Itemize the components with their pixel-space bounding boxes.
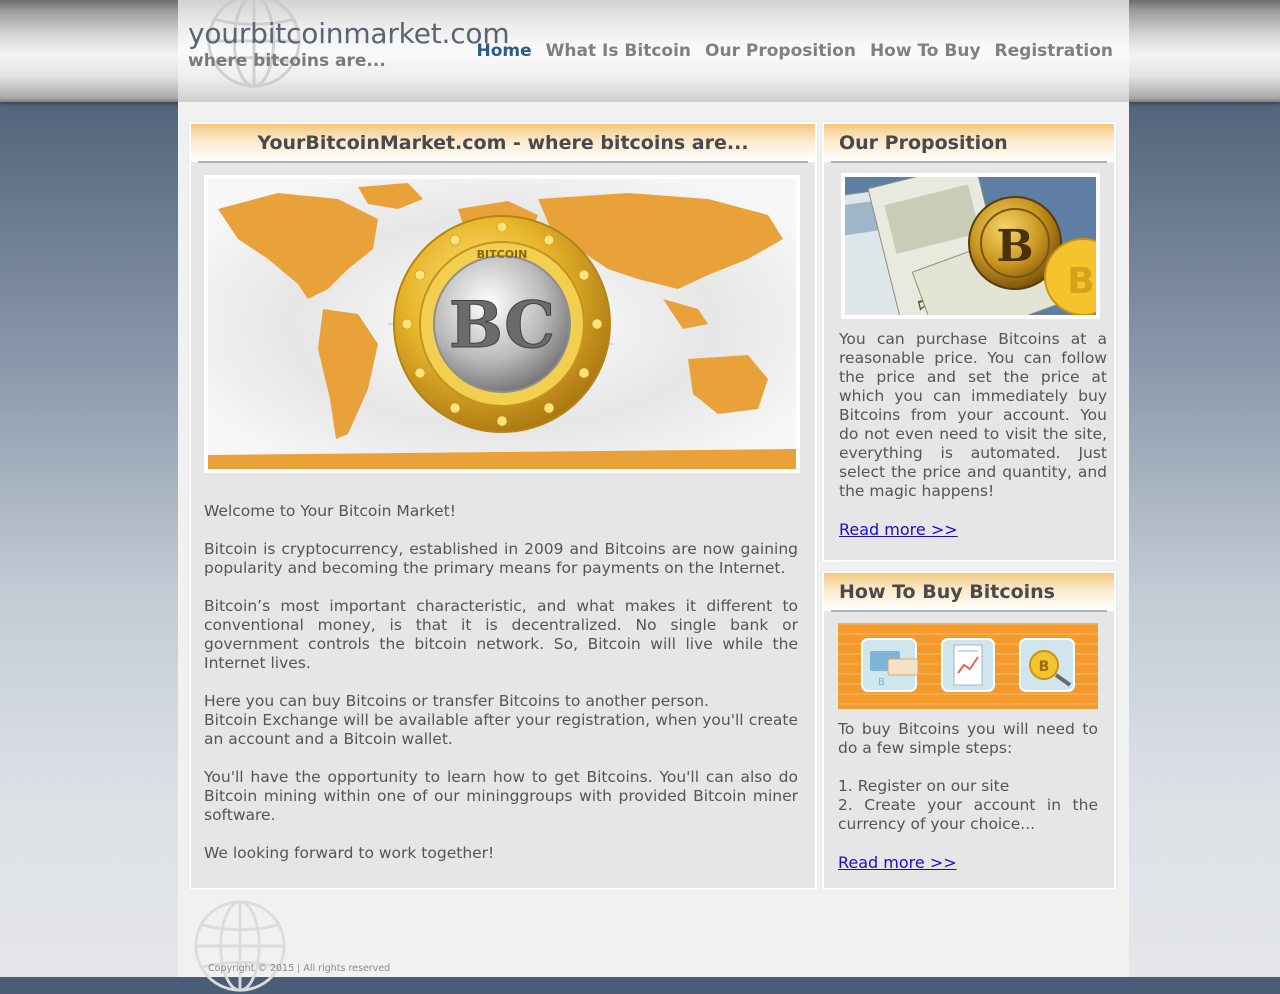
welcome-panel: YourBitcoinMarket.com - where bitcoins a… [189, 122, 817, 890]
panel-header: YourBitcoinMarket.com - where bitcoins a… [191, 124, 815, 163]
coin-magnifier-icon: B [1019, 638, 1075, 692]
site-header: yourbitcoinmarket.com where bitcoins are… [178, 0, 1129, 102]
how-to-buy-panel: How To Buy Bitcoins B B To buy Bitcoins … [822, 571, 1116, 890]
footer-globe-icon [194, 900, 286, 992]
nav-how-to-buy[interactable]: How To Buy [870, 41, 981, 61]
buy-steps-illustration: B B [838, 623, 1098, 709]
nav-home[interactable]: Home [477, 41, 532, 61]
svg-text:B: B [878, 677, 885, 688]
proposition-panel: Our Proposition 5 [822, 122, 1122, 562]
panel-title: Our Proposition [839, 132, 1008, 154]
coin-bc-text: BC [449, 288, 555, 363]
welcome-paragraph: Here you can buy Bitcoins or transfer Bi… [204, 692, 709, 710]
welcome-paragraph: We looking forward to work together! [204, 844, 495, 862]
welcome-paragraph: You'll have the opportunity to learn how… [204, 768, 798, 824]
welcome-paragraph: Welcome to Your Bitcoin Market! [204, 502, 456, 520]
svg-text:B: B [996, 221, 1033, 272]
how-to-buy-read-more-link[interactable]: Read more >> [838, 853, 957, 872]
svg-text:B: B [1067, 261, 1094, 302]
how-to-buy-text: To buy Bitcoins you will need to do a fe… [838, 720, 1098, 834]
site-tagline: where bitcoins are... [188, 51, 386, 71]
welcome-text: Welcome to Your Bitcoin Market! Bitcoin … [204, 502, 798, 882]
credit-card-icon: B [861, 638, 919, 692]
copyright-text: Copyright © 2015 | All rights reserved [208, 963, 391, 974]
svg-text:B: B [1039, 659, 1050, 675]
panel-header: How To Buy Bitcoins [824, 573, 1114, 612]
nav-registration[interactable]: Registration [995, 41, 1113, 61]
nav-what-is-bitcoin[interactable]: What Is Bitcoin [546, 41, 691, 61]
panel-title: How To Buy Bitcoins [839, 581, 1055, 603]
how-to-buy-step: 2. Create your account in the currency o… [838, 796, 1098, 833]
site-logo[interactable]: yourbitcoinmarket.com [188, 17, 510, 50]
nav-our-proposition[interactable]: Our Proposition [705, 41, 856, 61]
main-nav: Home What Is Bitcoin Our Proposition How… [477, 41, 1113, 61]
buy-steps-image: B B [838, 623, 1098, 709]
panel-header: Our Proposition [824, 124, 1114, 163]
document-chart-icon [941, 638, 995, 692]
bitcoin-world-map-image: BITCOIN BC [204, 175, 800, 473]
how-to-buy-step: 1. Register on our site [838, 777, 1010, 795]
proposition-text: You can purchase Bitcoins at a reasonabl… [839, 330, 1107, 500]
welcome-paragraph: Bitcoin’s most important characteristic,… [204, 597, 798, 672]
welcome-paragraph: Bitcoin Exchange will be available after… [204, 711, 798, 748]
coin-ring-text: BITCOIN [477, 248, 528, 261]
money-coin-image: 5 B B [826, 161, 1122, 355]
proposition-read-more-link[interactable]: Read more >> [839, 520, 958, 539]
banknotes-bitcoin-illustration: 5 B B [826, 161, 1122, 355]
how-to-buy-intro: To buy Bitcoins you will need to do a fe… [838, 720, 1098, 757]
panel-title: YourBitcoinMarket.com - where bitcoins a… [257, 132, 749, 154]
world-map-coin-illustration: BITCOIN BC [208, 179, 796, 469]
welcome-paragraph: Bitcoin is cryptocurrency, established i… [204, 540, 798, 577]
